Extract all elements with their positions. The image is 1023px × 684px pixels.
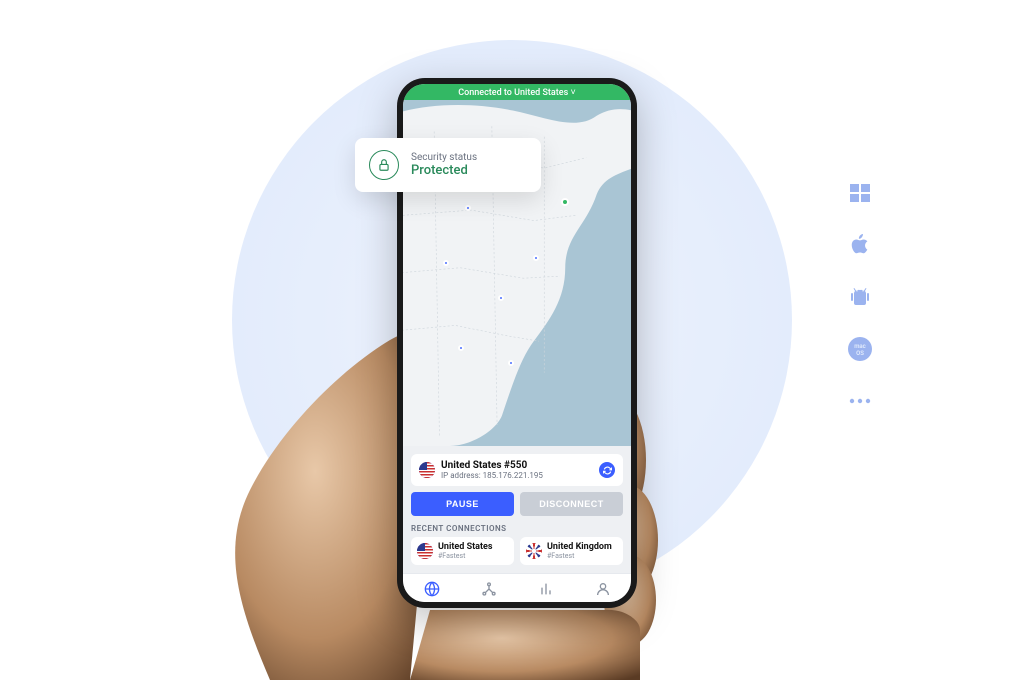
pause-button[interactable]: PAUSE — [411, 492, 514, 516]
refresh-icon — [603, 466, 612, 475]
security-status-value: Protected — [411, 163, 477, 178]
security-status-label: Security status — [411, 152, 477, 163]
globe-icon — [424, 581, 440, 597]
server-dot[interactable] — [458, 345, 464, 351]
uk-flag-icon — [526, 543, 542, 559]
server-name: United States #550 — [441, 460, 593, 471]
recent-sub: #Fastest — [547, 552, 612, 560]
recent-country: United States — [438, 542, 493, 552]
android-icon — [847, 284, 873, 310]
nodes-icon — [481, 581, 497, 597]
server-dot[interactable] — [508, 360, 514, 366]
more-icon — [847, 388, 873, 414]
user-icon — [595, 581, 611, 597]
disconnect-button[interactable]: DISCONNECT — [520, 492, 623, 516]
server-dot[interactable] — [443, 260, 449, 266]
platform-icons: macOS — [847, 180, 873, 414]
recent-connection-card[interactable]: United States #Fastest — [411, 537, 514, 565]
tab-home[interactable] — [423, 580, 441, 598]
server-dot[interactable] — [465, 205, 471, 211]
security-status-card: Security status Protected — [355, 138, 541, 192]
us-flag-icon — [419, 462, 435, 478]
macos-icon: macOS — [847, 336, 873, 362]
connected-server-dot[interactable] — [561, 198, 569, 206]
recent-country: United Kingdom — [547, 542, 612, 552]
svg-text:mac: mac — [854, 343, 866, 350]
server-dot[interactable] — [498, 295, 504, 301]
lock-icon — [369, 150, 399, 180]
current-server-card[interactable]: United States #550 IP address: 185.176.2… — [411, 454, 623, 486]
apple-icon — [847, 232, 873, 258]
recent-sub: #Fastest — [438, 552, 493, 560]
us-flag-icon — [417, 543, 433, 559]
bottom-panel: United States #550 IP address: 185.176.2… — [403, 446, 631, 573]
recent-connection-card[interactable]: United Kingdom #Fastest — [520, 537, 623, 565]
server-dot[interactable] — [533, 255, 539, 261]
recent-connections-heading: RECENT CONNECTIONS — [411, 524, 623, 533]
connection-banner[interactable]: Connected to United States ˅ — [403, 84, 631, 100]
tab-meshnet[interactable] — [480, 580, 498, 598]
tab-bar — [403, 573, 631, 602]
tab-profile[interactable] — [594, 580, 612, 598]
tab-stats[interactable] — [537, 580, 555, 598]
bars-icon — [538, 581, 554, 597]
svg-text:OS: OS — [856, 350, 864, 357]
refresh-button[interactable] — [599, 462, 615, 478]
windows-icon — [847, 180, 873, 206]
server-ip: IP address: 185.176.221.195 — [441, 471, 593, 480]
